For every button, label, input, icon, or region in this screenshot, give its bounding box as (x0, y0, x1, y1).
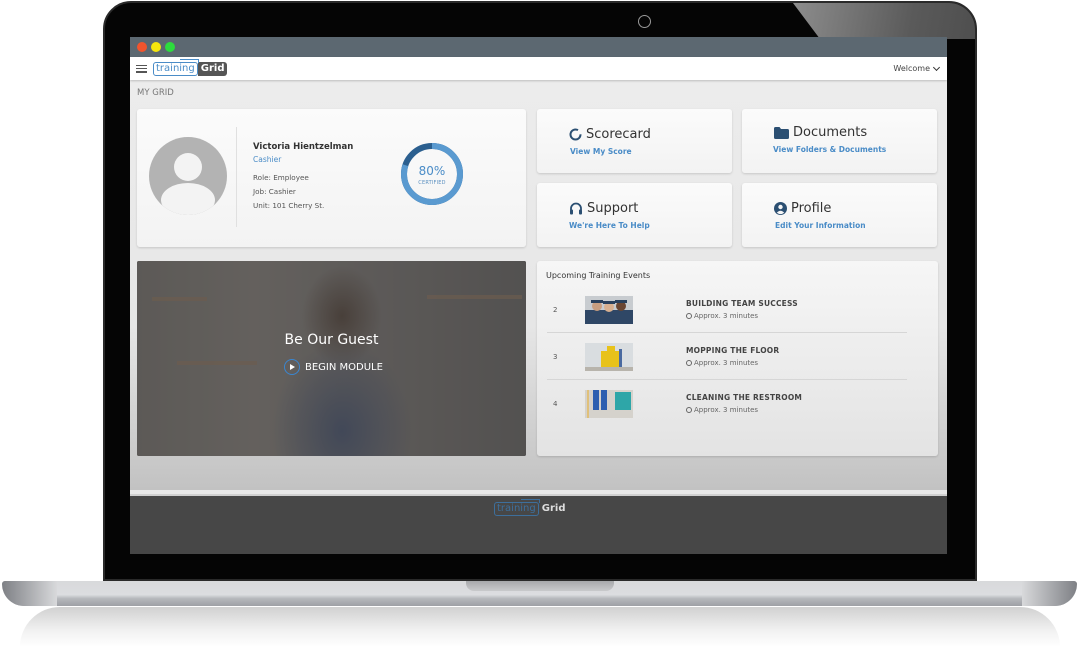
clock-icon (686, 407, 692, 413)
documents-title: Documents (793, 125, 868, 140)
chevron-down-icon (932, 63, 941, 71)
event-duration-text: Approx. 3 minutes (694, 312, 759, 320)
support-title: Support (587, 201, 639, 216)
event-duration-text: Approx. 3 minutes (694, 406, 759, 414)
close-window-button[interactable] (137, 42, 147, 52)
footer-logo: training Grid (494, 499, 568, 516)
events-title: Upcoming Training Events (546, 271, 651, 280)
laptop-base-edge-right (1022, 581, 1077, 606)
event-item[interactable]: 2 BUILDING TEAM SUCCESS Approx. 3 minute… (547, 286, 907, 333)
welcome-label: Welcome (893, 64, 930, 73)
avatar-head-shape (174, 153, 202, 181)
event-number: 4 (553, 400, 558, 408)
event-title: CLEANING THE RESTROOM (686, 393, 803, 402)
hamburger-icon[interactable] (136, 64, 147, 73)
laptop-mockup: training Grid Welcome MY GRID Victoria H… (0, 0, 1079, 647)
view-my-score-link[interactable]: View My Score (570, 147, 632, 156)
module-title: Be Our Guest (284, 332, 379, 348)
app-screen: training Grid Welcome MY GRID Victoria H… (130, 37, 947, 554)
avatar (149, 137, 227, 215)
dashboard-content: MY GRID Victoria Hientzelman Cashier Rol… (130, 80, 947, 490)
event-thumbnail (585, 343, 633, 371)
profile-unit: Unit: 101 Cherry St. (253, 201, 325, 210)
event-duration-text: Approx. 3 minutes (694, 359, 759, 367)
event-item[interactable]: 4 CLEANING THE RESTROOM Approx. 3 minute… (547, 380, 907, 427)
page-title: MY GRID (137, 88, 174, 98)
divider (236, 127, 237, 227)
laptop-notch (466, 581, 614, 591)
event-item[interactable]: 3 MOPPING THE FLOOR Approx. 3 minutes (547, 333, 907, 380)
event-duration: Approx. 3 minutes (686, 359, 758, 367)
profile-name: Victoria Hientzelman (253, 142, 354, 152)
window-titlebar (130, 37, 947, 57)
minimize-window-button[interactable] (151, 42, 161, 52)
featured-module[interactable]: Be Our Guest BEGIN MODULE (137, 261, 526, 456)
scorecard-tile[interactable]: Scorecard View My Score (537, 109, 732, 173)
clock-icon (686, 360, 692, 366)
edit-your-information-link[interactable]: Edit Your Information (775, 221, 866, 230)
app-logo[interactable]: training Grid (153, 58, 228, 77)
were-here-to-help-link[interactable]: We're Here To Help (569, 221, 650, 230)
user-circle-icon (774, 202, 787, 215)
folder-icon (774, 126, 789, 139)
certified-percent: 80% (418, 164, 446, 178)
certified-label: CERTIFIED (418, 180, 446, 186)
profile-card: Victoria Hientzelman Cashier Role: Emplo… (137, 109, 526, 247)
circle-notch-icon (569, 128, 582, 141)
documents-tile[interactable]: Documents View Folders & Documents (742, 109, 937, 173)
profile-job: Job: Cashier (253, 187, 296, 196)
event-duration: Approx. 3 minutes (686, 406, 758, 414)
event-duration: Approx. 3 minutes (686, 312, 758, 320)
event-thumbnail (585, 296, 633, 324)
view-folders-documents-link[interactable]: View Folders & Documents (773, 145, 886, 154)
begin-module-button[interactable]: BEGIN MODULE (284, 359, 383, 375)
laptop-reflection (20, 607, 1060, 647)
camera-icon (638, 15, 651, 28)
upcoming-events-panel: Upcoming Training Events 2 BUILDING TEAM… (537, 261, 938, 456)
clock-icon (686, 313, 692, 319)
event-title: MOPPING THE FLOOR (686, 346, 780, 355)
event-number: 3 (553, 353, 558, 361)
profile-role: Role: Employee (253, 173, 309, 182)
logo-grid-text: Grid (197, 61, 228, 76)
support-tile[interactable]: Support We're Here To Help (537, 183, 732, 247)
welcome-menu[interactable]: Welcome (893, 63, 941, 73)
event-thumbnail (585, 390, 633, 418)
headset-icon (570, 202, 582, 214)
app-header: training Grid Welcome (130, 57, 947, 80)
maximize-window-button[interactable] (165, 42, 175, 52)
profile-title: Cashier (253, 155, 282, 164)
logo-training-text: training (153, 58, 199, 76)
footer-logo-training-text: training (494, 499, 540, 516)
event-title: BUILDING TEAM SUCCESS (686, 299, 798, 308)
footer-logo-grid-text: Grid (541, 503, 566, 514)
play-icon (284, 359, 300, 375)
app-footer: training Grid (130, 494, 947, 554)
scorecard-title: Scorecard (586, 127, 651, 142)
screen-glare (793, 3, 975, 39)
avatar-body-shape (161, 183, 215, 215)
laptop-base-edge-left (2, 581, 57, 606)
event-number: 2 (553, 306, 558, 314)
begin-module-label: BEGIN MODULE (305, 361, 383, 373)
profile-tile[interactable]: Profile Edit Your Information (742, 183, 937, 247)
profile-tile-title: Profile (791, 201, 832, 216)
